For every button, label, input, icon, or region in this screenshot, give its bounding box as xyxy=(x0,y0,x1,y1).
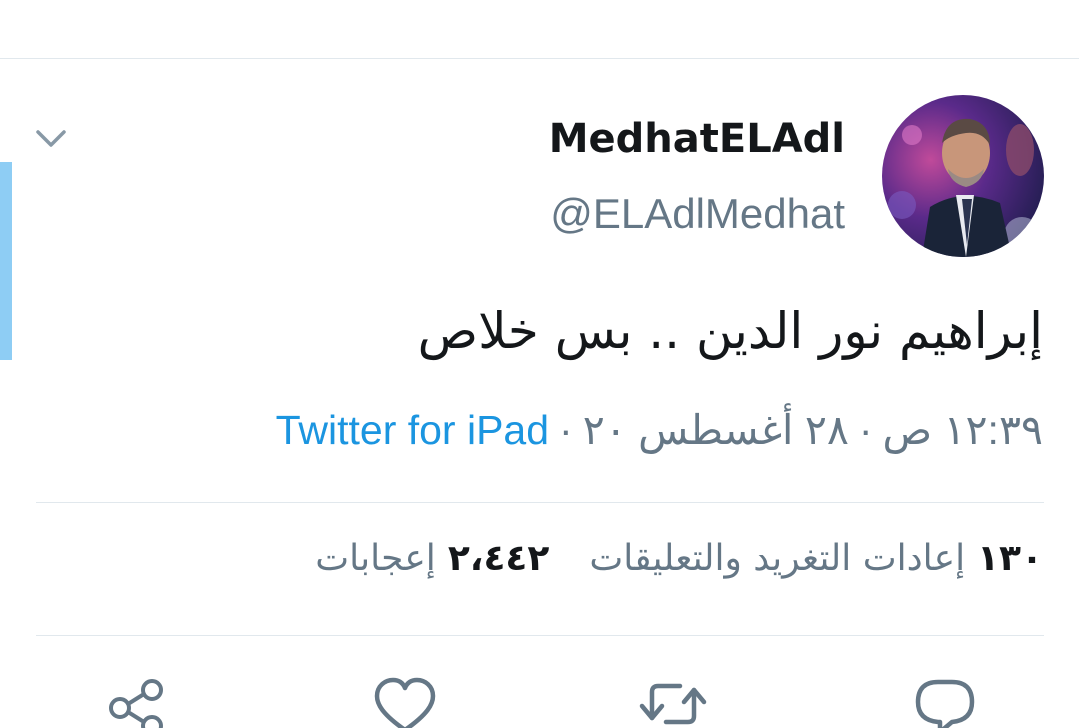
reply-button[interactable] xyxy=(910,674,980,728)
tweet-meta: ١٢:٣٩ ص · ٢٨ أغسطس ٢٠ · Twitter for iPad xyxy=(276,406,1043,454)
divider xyxy=(36,502,1044,503)
retweet-button[interactable] xyxy=(638,674,708,728)
retweets-stat[interactable]: ١٣٠ إعادات التغريد والتعليقات xyxy=(589,538,1043,579)
retweets-count: ١٣٠ xyxy=(977,538,1043,579)
tweet-text: إبراهيم نور الدين .. بس خلاص xyxy=(417,302,1043,360)
share-icon xyxy=(109,679,163,728)
tweet-stats: ١٣٠ إعادات التغريد والتعليقات ٢،٤٤٢ إعجا… xyxy=(315,538,1043,579)
tweet-menu-button[interactable] xyxy=(34,124,68,154)
heart-icon xyxy=(374,677,436,728)
likes-count: ٢،٤٤٢ xyxy=(447,538,550,579)
tweet-date: ٢٨ أغسطس ٢٠ xyxy=(582,407,849,453)
avatar[interactable] xyxy=(882,95,1044,257)
reply-icon xyxy=(915,679,975,728)
share-button[interactable] xyxy=(102,674,172,728)
scroll-indicator xyxy=(0,162,12,360)
like-button[interactable] xyxy=(372,674,442,728)
tweet-source-link[interactable]: Twitter for iPad xyxy=(276,407,549,454)
author-display-name[interactable]: MedhatELAdl xyxy=(549,116,845,162)
chevron-down-icon xyxy=(36,130,66,147)
meta-separator: · xyxy=(559,407,573,453)
likes-label: إعجابات xyxy=(315,538,436,579)
divider xyxy=(36,635,1044,636)
retweet-icon xyxy=(639,683,707,725)
top-divider xyxy=(0,58,1079,59)
likes-stat[interactable]: ٢،٤٤٢ إعجابات xyxy=(315,538,549,579)
meta-separator: · xyxy=(858,407,873,453)
tweet-time: ١٢:٣٩ ص xyxy=(882,407,1043,453)
retweets-label: إعادات التغريد والتعليقات xyxy=(589,538,966,579)
author-handle[interactable]: @ELAdlMedhat xyxy=(550,190,845,238)
